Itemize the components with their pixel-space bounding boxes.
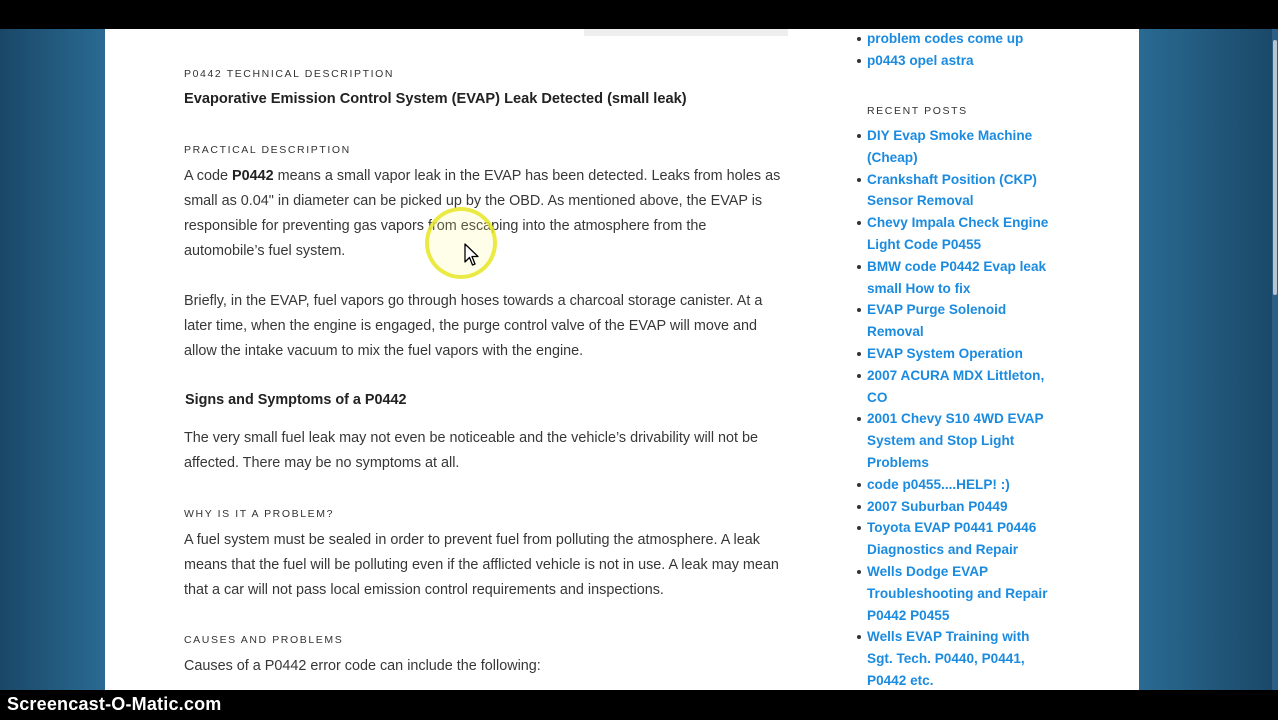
code-highlight: P0442 [232,168,274,184]
list-item[interactable]: Crankshaft Position (CKP) Sensor Removal [857,169,1052,213]
list-item[interactable]: Toyota EVAP P0441 P0446 Diagnostics and … [857,517,1052,561]
bullet-icon [857,351,861,356]
recent-post-link[interactable]: 2001 Chevy S10 4WD EVAP System and Stop … [867,411,1043,470]
bullet-icon [857,58,861,63]
recent-post-link[interactable]: code p0455....HELP! :) [867,477,1010,492]
recent-post-link[interactable]: Wells EVAP Training with Sgt. Tech. P044… [867,629,1029,688]
bullet-icon [857,221,861,226]
sidebar-link[interactable]: problem codes come up [867,31,1023,46]
bullet-icon [857,308,861,313]
recorder-watermark: Screencast-O-Matic.com [7,694,222,714]
scrollbar[interactable] [1272,29,1278,690]
page-content: P0442 TECHNICAL DESCRIPTION Evaporative … [105,29,1139,690]
bullet-icon [857,504,861,509]
scrollbar-thumb[interactable] [1273,40,1277,295]
recent-post-link[interactable]: 2007 Suburban P0449 [867,499,1008,514]
problem-paragraph: A fuel system must be sealed in order to… [184,532,779,598]
bullet-icon [857,569,861,574]
bullet-icon [857,37,861,41]
list-item[interactable]: Wells Dodge EVAP Troubleshooting and Rep… [857,561,1052,626]
recent-post-link[interactable]: BMW code P0442 Evap leak small How to fi… [867,259,1046,296]
cursor-highlight-ring [425,207,497,279]
recent-posts-list: DIY Evap Smoke Machine (Cheap) Crankshaf… [857,125,1052,690]
list-item[interactable]: 2001 Chevy S10 4WD EVAP System and Stop … [857,408,1052,473]
list-item[interactable]: DIY Evap Smoke Machine (Cheap) [857,125,1052,169]
recent-post-link[interactable]: EVAP System Operation [867,346,1023,361]
list-item[interactable]: problem codes come up [857,29,1052,50]
page-backdrop-left [0,29,105,690]
mouse-pointer-icon [464,243,479,266]
recent-post-link[interactable]: DIY Evap Smoke Machine (Cheap) [867,128,1032,165]
bullet-icon [857,264,861,269]
symptoms-paragraph: The very small fuel leak may not even be… [184,430,759,471]
recent-post-link[interactable]: EVAP Purge Solenoid Removal [867,302,1006,339]
recent-post-link[interactable]: 2007 ACURA MDX Littleton, CO [867,368,1044,405]
bullet-icon [857,635,861,640]
recent-post-link[interactable]: Toyota EVAP P0441 P0446 Diagnostics and … [867,520,1036,557]
list-item[interactable]: p0443 opel astra [857,50,1052,72]
recent-posts-title: RECENT POSTS [867,105,968,117]
causes-label: CAUSES AND PROBLEMS [184,634,344,646]
list-item[interactable]: Chevy Impala Check Engine Light Code P04… [857,212,1052,256]
bullet-icon [857,134,861,138]
list-item[interactable]: BMW code P0442 Evap leak small How to fi… [857,256,1052,300]
technical-description-label: P0442 TECHNICAL DESCRIPTION [184,68,395,80]
page-backdrop-right [1139,29,1278,690]
recent-post-link[interactable]: Crankshaft Position (CKP) Sensor Removal [867,172,1037,209]
recorder-bottom-bar: Screencast-O-Matic.com [0,690,1278,720]
bullet-icon [857,526,861,531]
list-item[interactable]: code p0455....HELP! :) [857,474,1052,496]
practical-paragraph-2: Briefly, in the EVAP, fuel vapors go thr… [184,293,763,359]
sidebar-top-links: problem codes come up p0443 opel astra [857,29,1052,72]
list-item[interactable]: 2007 ACURA MDX Littleton, CO [857,365,1052,409]
list-item[interactable]: 2007 Suburban P0449 [857,496,1052,518]
recorder-top-bar [0,0,1278,29]
list-item[interactable]: EVAP System Operation [857,343,1052,365]
divider [584,29,788,36]
practical-description-label: PRACTICAL DESCRIPTION [184,144,351,156]
bullet-icon [857,373,861,378]
list-item[interactable]: Wells EVAP Training with Sgt. Tech. P044… [857,626,1052,690]
bullet-icon [857,177,861,182]
recent-post-link[interactable]: Chevy Impala Check Engine Light Code P04… [867,215,1048,252]
list-item[interactable]: EVAP Purge Solenoid Removal [857,299,1052,343]
technical-description-title: Evaporative Emission Control System (EVA… [184,91,687,107]
problem-label: WHY IS IT A PROBLEM? [184,508,335,520]
symptoms-heading: Signs and Symptoms of a P0442 [185,392,407,408]
bullet-icon [857,482,861,487]
causes-paragraph: Causes of a P0442 error code can include… [184,658,541,674]
bullet-icon [857,417,861,422]
sidebar-link[interactable]: p0443 opel astra [867,53,974,68]
recent-post-link[interactable]: Wells Dodge EVAP Troubleshooting and Rep… [867,564,1048,623]
